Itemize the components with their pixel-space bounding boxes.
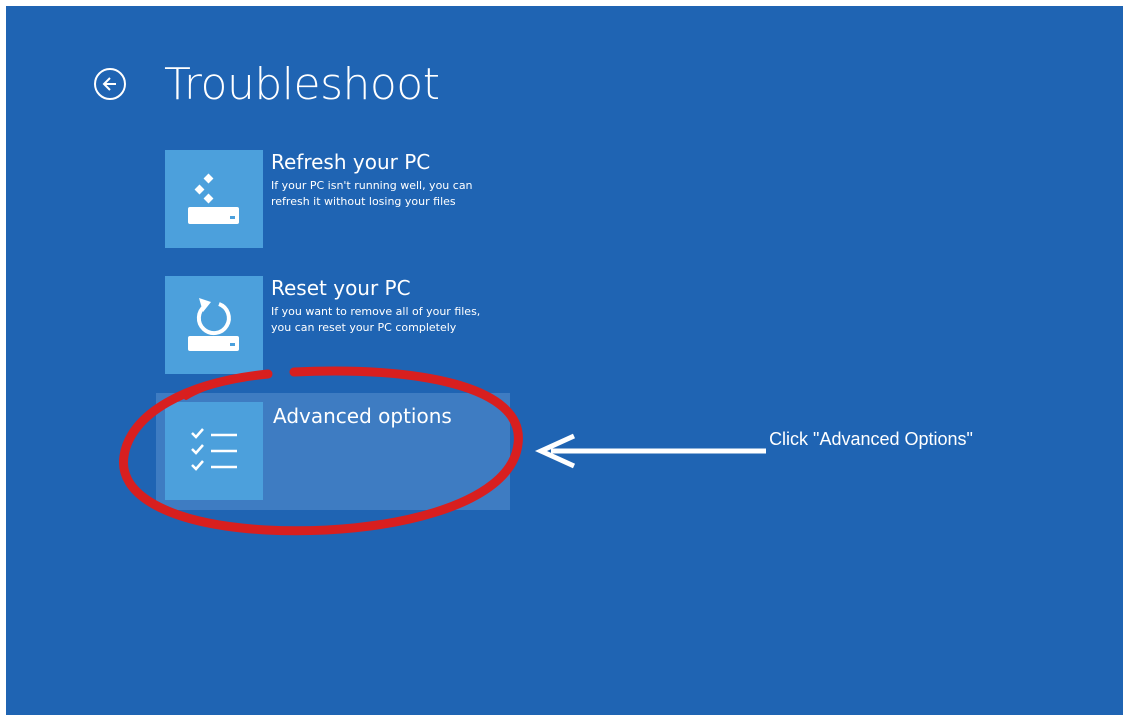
refresh-drive-icon [188, 173, 239, 224]
option-refresh-pc-tile [165, 150, 263, 248]
option-reset-pc[interactable]: Reset your PC If you want to remove all … [165, 276, 505, 374]
option-refresh-pc[interactable]: Refresh your PC If your PC isn't running… [165, 150, 505, 248]
option-title: Refresh your PC [271, 150, 431, 174]
option-title: Advanced options [273, 404, 452, 428]
option-title: Reset your PC [271, 276, 411, 300]
back-arrow-icon [102, 77, 116, 91]
option-reset-pc-text: Reset your PC If you want to remove all … [271, 276, 491, 336]
callout-text: Click "Advanced Options" [769, 429, 973, 449]
option-refresh-pc-text: Refresh your PC If your PC isn't running… [271, 150, 491, 210]
callout-arrow [534, 433, 766, 469]
option-advanced-options-tile [165, 402, 263, 500]
page-title: Troubleshoot [164, 58, 440, 110]
option-advanced-options-text: Advanced options [273, 404, 452, 428]
troubleshoot-screen: Troubleshoot Refresh your PC If your PC … [6, 6, 1123, 715]
back-button[interactable] [94, 68, 126, 100]
option-description: If your PC isn't running well, you can r… [271, 179, 473, 208]
page-header: Troubleshoot [94, 54, 440, 114]
option-reset-pc-tile [165, 276, 263, 374]
option-description: If you want to remove all of your files,… [271, 305, 481, 334]
checklist-icon [191, 428, 237, 471]
option-advanced-options[interactable]: Advanced options [165, 402, 505, 500]
reset-drive-icon [188, 298, 239, 351]
